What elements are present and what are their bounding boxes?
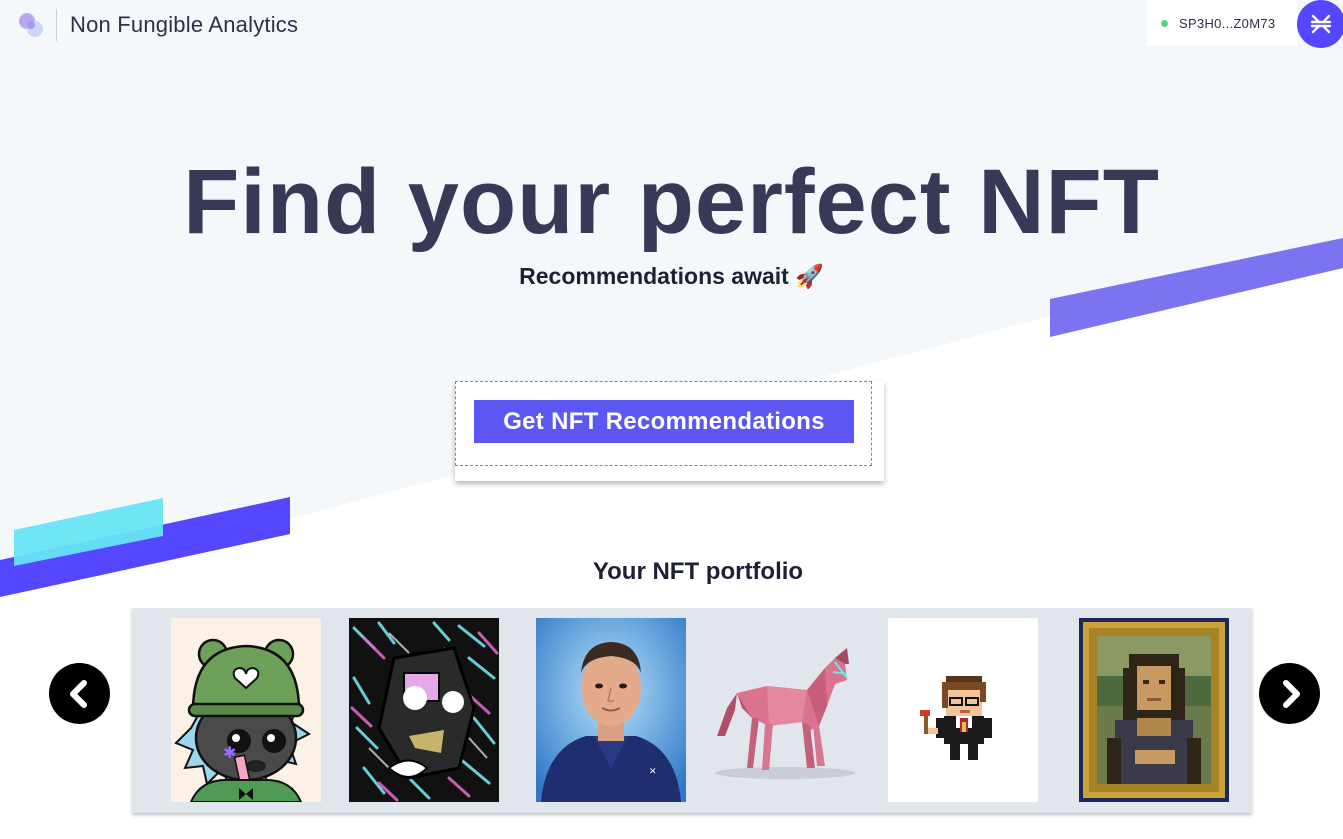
carousel-next-button[interactable] [1259, 663, 1320, 724]
nft-low-poly-pink-horse[interactable] [707, 618, 857, 802]
svg-text:✕: ✕ [649, 767, 657, 777]
cta-card: Get NFT Recommendations [455, 381, 884, 481]
overlapping-circles-logo-icon[interactable] [16, 10, 46, 40]
nft-portrait-man-suit[interactable]: ✕ [536, 618, 686, 802]
wallet-address-chip[interactable]: SP3H0...Z0M73 [1147, 0, 1297, 46]
logo-divider [56, 9, 57, 41]
portfolio-title: Your NFT portfolio [592, 558, 804, 585]
wallet-address: SP3H0...Z0M73 [1179, 15, 1276, 31]
hero-subtitle: Recommendations await 🚀 [519, 263, 824, 289]
stacks-wallet-button[interactable] [1297, 0, 1343, 48]
wallet-connected-dot-icon [1161, 19, 1168, 27]
get-recommendations-button[interactable]: Get NFT Recommendations [474, 400, 854, 443]
hero-title: Find your perfect NFT [183, 151, 1160, 253]
carousel-prev-button[interactable] [49, 663, 110, 724]
nft-pixel-mona-lisa[interactable] [1079, 618, 1229, 802]
brand-name[interactable]: Non Fungible Analytics [70, 12, 298, 38]
nft-abstract-glitch-art[interactable] [349, 618, 499, 802]
top-header: Non Fungible Analytics SP3H0...Z0M73 [0, 0, 1343, 50]
stacks-icon [1310, 14, 1332, 34]
chevron-right-icon [1282, 679, 1300, 708]
nft-pixel-wizard-character[interactable] [888, 618, 1038, 802]
svg-text:✱: ✱ [223, 743, 236, 762]
chevron-left-icon [69, 679, 87, 708]
nft-bear-hat-character[interactable]: ✱ [171, 618, 321, 802]
nft-portfolio-carousel: ✱ ✕ [132, 608, 1252, 813]
